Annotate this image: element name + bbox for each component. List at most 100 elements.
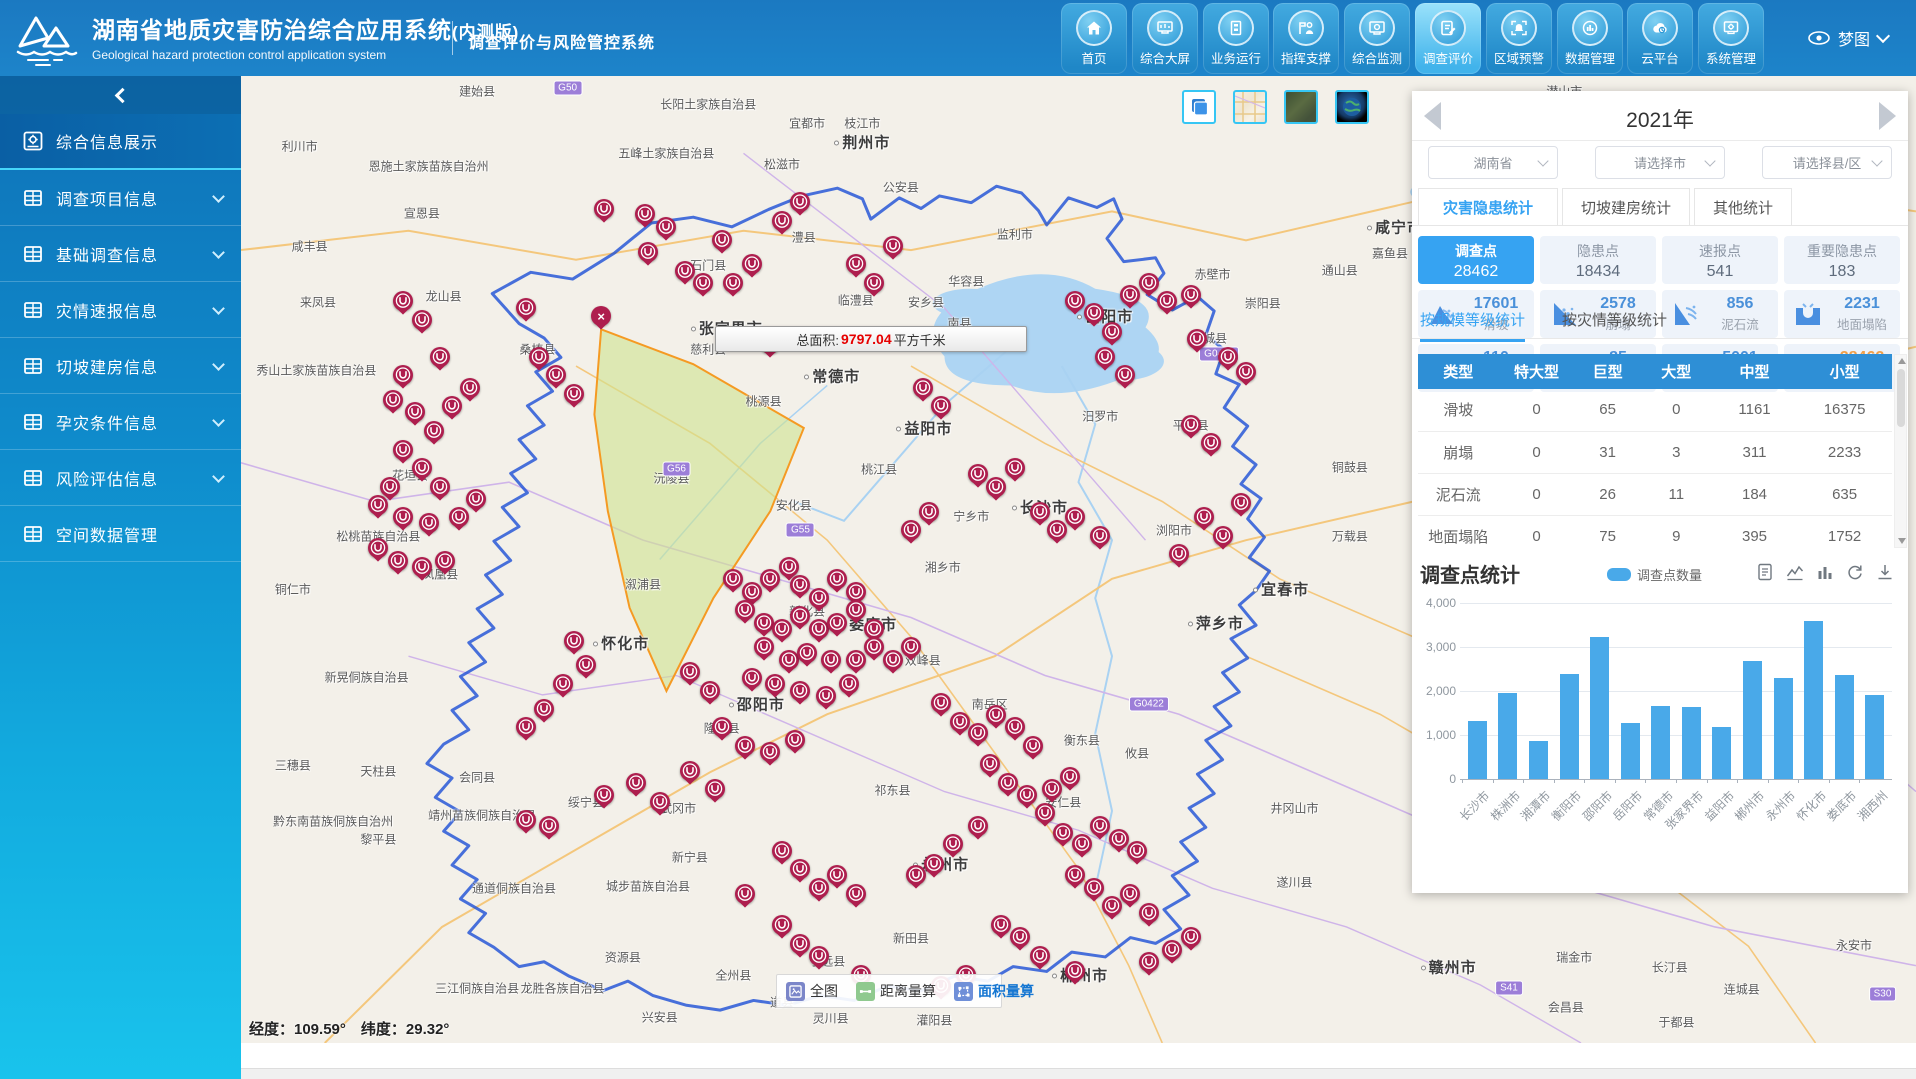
sidebar-collapse-button[interactable]	[0, 76, 241, 114]
hazard-point-marker[interactable]	[1065, 865, 1085, 885]
hazard-point-marker[interactable]	[1017, 785, 1037, 805]
hazard-point-marker[interactable]	[1162, 940, 1182, 960]
hazard-point-marker[interactable]	[790, 606, 810, 626]
hazard-point-marker[interactable]	[383, 390, 403, 410]
hazard-point-marker[interactable]	[864, 273, 884, 293]
hazard-point-marker[interactable]	[1127, 841, 1147, 861]
hazard-point-marker[interactable]	[779, 557, 799, 577]
stat-tab-1[interactable]: 灾害隐患统计	[1418, 188, 1558, 226]
hazard-point-marker[interactable]	[1005, 717, 1025, 737]
hazard-point-marker[interactable]	[901, 520, 921, 540]
hazard-point-marker[interactable]	[412, 458, 432, 478]
nav-item-4[interactable]: 指挥支撑	[1273, 3, 1339, 74]
hazard-point-marker[interactable]	[650, 792, 670, 812]
hazard-point-marker[interactable]	[466, 489, 486, 509]
hazard-point-marker[interactable]	[846, 600, 866, 620]
hazard-point-marker[interactable]	[449, 507, 469, 527]
hazard-point-marker[interactable]	[846, 650, 866, 670]
map-tool-2[interactable]: 距离量算	[847, 981, 945, 1001]
hazard-point-marker[interactable]	[931, 396, 951, 416]
nav-item-8[interactable]: 数据管理	[1557, 3, 1623, 74]
hazard-point-marker[interactable]	[913, 378, 933, 398]
hazard-point-marker[interactable]	[546, 365, 566, 385]
hazard-point-marker[interactable]	[430, 347, 450, 367]
hazard-point-marker[interactable]	[1218, 347, 1238, 367]
hazard-point-marker[interactable]	[790, 681, 810, 701]
hazard-point-marker[interactable]	[779, 650, 799, 670]
hazard-point-marker[interactable]	[419, 513, 439, 533]
hazard-point-marker[interactable]	[693, 273, 713, 293]
bar-chart-icon[interactable]	[1816, 563, 1834, 581]
hazard-point-marker[interactable]	[790, 192, 810, 212]
hazard-point-marker[interactable]	[924, 854, 944, 874]
hazard-point-marker[interactable]	[754, 613, 774, 633]
hazard-point-marker[interactable]	[986, 705, 1006, 725]
hazard-point-marker[interactable]	[1065, 507, 1085, 527]
hazard-point-marker[interactable]	[705, 779, 725, 799]
hazard-point-marker[interactable]	[772, 619, 792, 639]
hazard-point-marker[interactable]	[626, 773, 646, 793]
hazard-point-marker[interactable]	[1139, 273, 1159, 293]
hazard-point-marker[interactable]	[1109, 829, 1129, 849]
nav-item-3[interactable]: 业务运行	[1203, 3, 1269, 74]
nav-item-9[interactable]: 云平台	[1627, 3, 1693, 74]
hazard-point-marker[interactable]	[680, 761, 700, 781]
region-select-2[interactable]: 请选择市	[1595, 146, 1725, 179]
hazard-point-marker[interactable]	[516, 810, 536, 830]
hazard-point-marker[interactable]	[950, 712, 970, 732]
table-scrollbar[interactable]	[1894, 354, 1907, 548]
download-icon[interactable]	[1876, 563, 1894, 581]
hazard-point-marker[interactable]	[405, 402, 425, 422]
hazard-point-marker[interactable]	[931, 693, 951, 713]
hazard-point-marker[interactable]	[442, 396, 462, 416]
map-tool-1[interactable]: 全图	[777, 981, 847, 1001]
stat-tab-2[interactable]: 切坡建房统计	[1562, 188, 1690, 226]
hazard-point-marker[interactable]	[1030, 502, 1050, 522]
hazard-point-marker[interactable]	[742, 582, 762, 602]
hazard-point-marker[interactable]	[1187, 329, 1207, 349]
hazard-point-marker[interactable]	[772, 211, 792, 231]
sidebar-item-7[interactable]: 风险评估信息	[0, 450, 241, 506]
hazard-point-marker[interactable]	[735, 600, 755, 620]
table-row[interactable]: 崩塌03133112233	[1418, 431, 1892, 473]
bar-湘西州[interactable]	[1865, 695, 1884, 779]
hazard-point-marker[interactable]	[534, 699, 554, 719]
bar-怀化市[interactable]	[1804, 621, 1823, 779]
street-map-thumbnail[interactable]	[1233, 90, 1267, 124]
hazard-point-marker[interactable]	[809, 619, 829, 639]
hazard-point-marker[interactable]	[1181, 415, 1201, 435]
hazard-point-marker[interactable]	[723, 273, 743, 293]
stat-card-4[interactable]: 重要隐患点183	[1784, 236, 1900, 284]
hazard-point-marker[interactable]	[1213, 526, 1233, 546]
hazard-point-marker[interactable]	[986, 477, 1006, 497]
hazard-point-marker[interactable]	[723, 569, 743, 589]
sidebar-item-5[interactable]: 切坡建房信息	[0, 338, 241, 394]
hazard-point-marker[interactable]	[1047, 520, 1067, 540]
bar-衡阳市[interactable]	[1560, 674, 1579, 779]
hazard-point-marker[interactable]	[906, 865, 926, 885]
hazard-point-marker[interactable]	[827, 613, 847, 633]
nav-item-7[interactable]: 区域预警	[1486, 3, 1552, 74]
hazard-point-marker[interactable]	[564, 384, 584, 404]
hazard-point-marker[interactable]	[516, 717, 536, 737]
sidebar-item-1[interactable]: 综合信息展示	[0, 114, 241, 170]
hazard-point-marker[interactable]	[883, 650, 903, 670]
hazard-point-marker[interactable]	[368, 495, 388, 515]
hazard-point-marker[interactable]	[638, 242, 658, 262]
hazard-point-marker[interactable]	[1010, 927, 1030, 947]
hazard-point-marker[interactable]	[968, 816, 988, 836]
hazard-point-marker[interactable]	[368, 538, 388, 558]
hazard-point-marker[interactable]	[1023, 736, 1043, 756]
hazard-point-marker[interactable]	[785, 730, 805, 750]
hazard-point-marker[interactable]	[1030, 946, 1050, 966]
hazard-point-marker[interactable]	[539, 816, 559, 836]
hazard-point-marker[interactable]	[991, 915, 1011, 935]
hazard-point-marker[interactable]	[998, 773, 1018, 793]
hazard-point-marker[interactable]	[430, 477, 450, 497]
hazard-point-marker[interactable]	[393, 291, 413, 311]
nav-item-10[interactable]: 系统管理	[1698, 3, 1764, 74]
bar-岳阳市[interactable]	[1621, 723, 1640, 779]
hazard-point-marker[interactable]	[742, 254, 762, 274]
hazard-point-marker[interactable]	[1060, 767, 1080, 787]
measure-close-pin[interactable]: ×	[591, 306, 611, 326]
